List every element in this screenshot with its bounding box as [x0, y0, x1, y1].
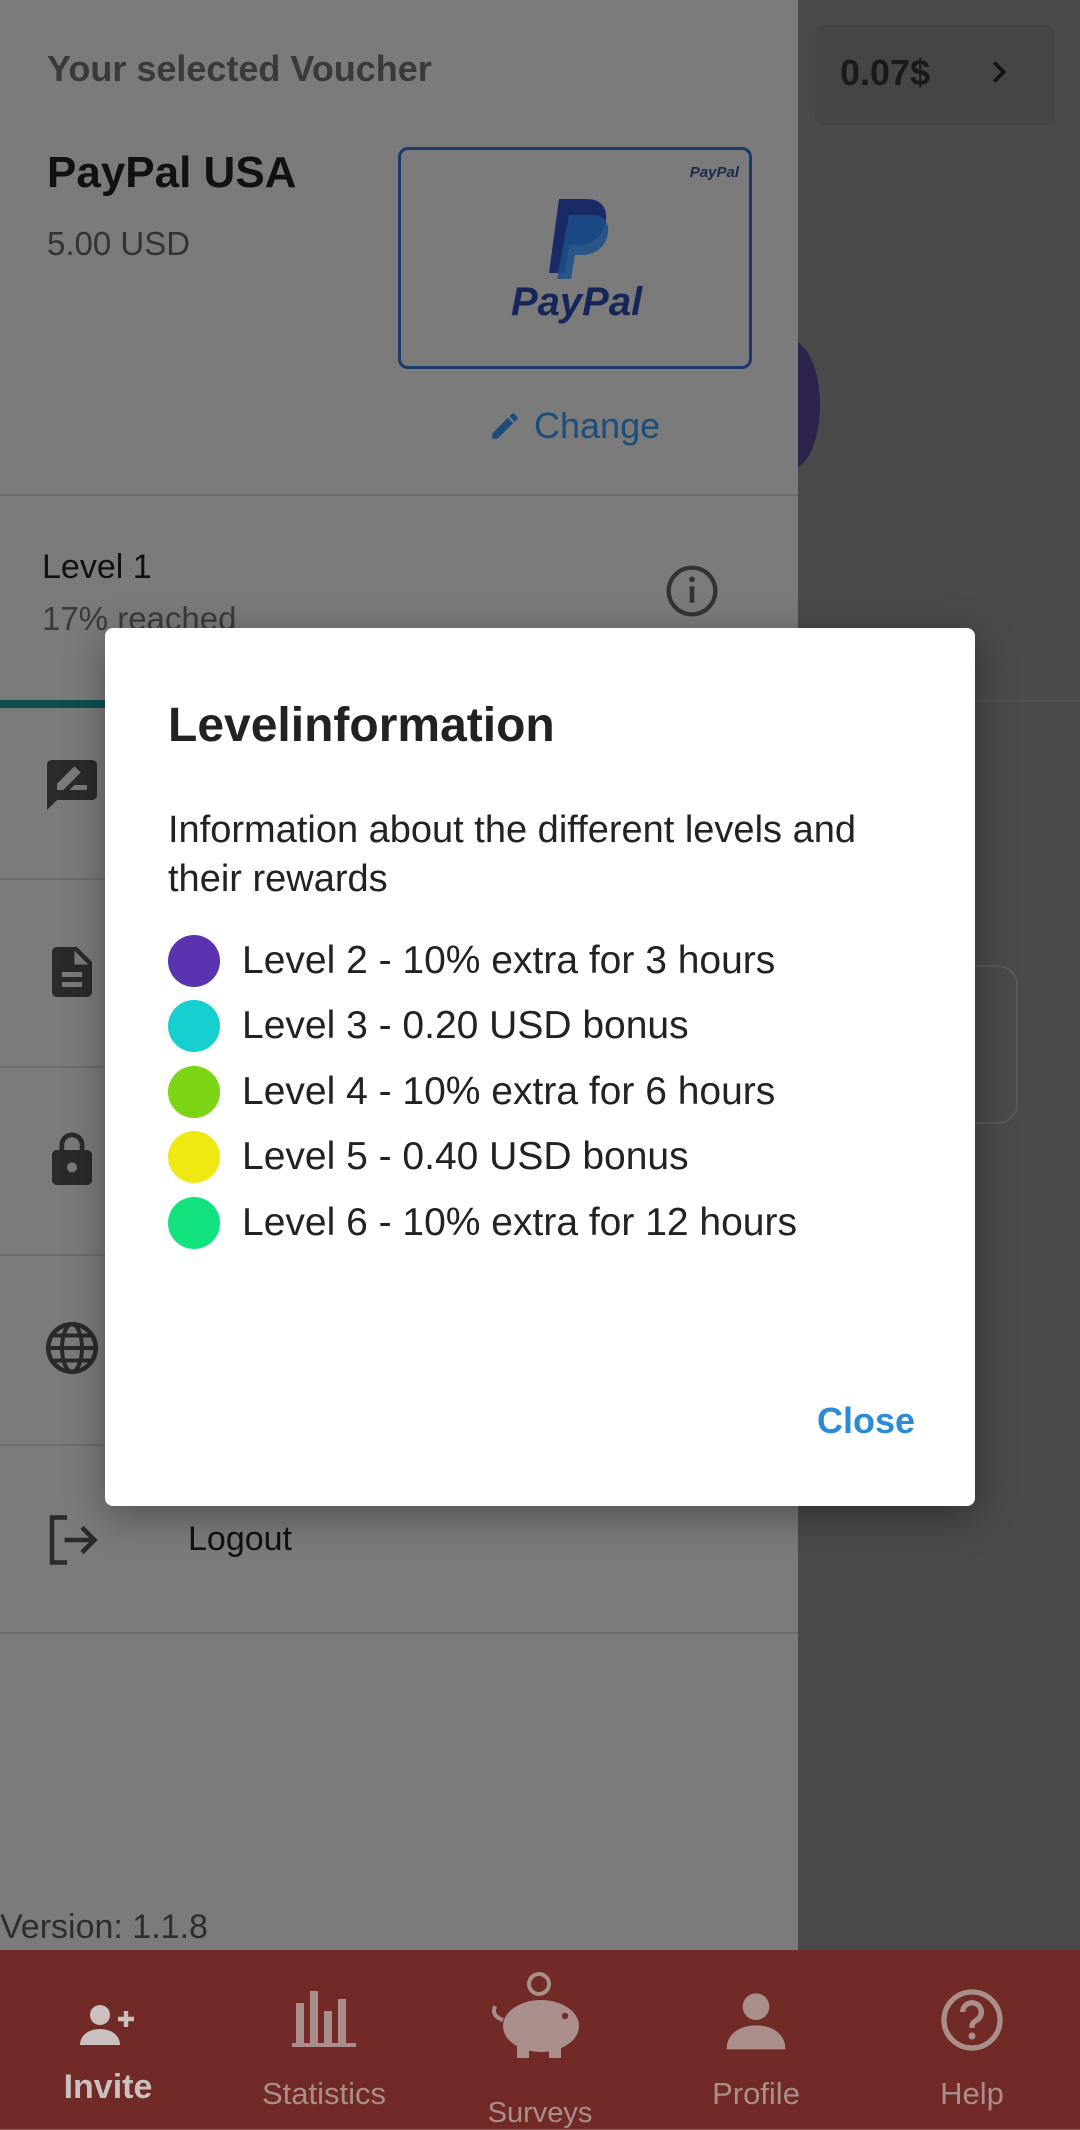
pencil-icon — [492, 413, 518, 439]
nav-help-label: Help — [940, 2076, 1004, 2111]
voucher-card: PayPal PayPal — [398, 147, 752, 369]
close-button[interactable]: Close — [817, 1400, 915, 1442]
app-version: Version: 1.1.8 — [0, 1908, 208, 1946]
divider — [0, 1632, 798, 1634]
document-icon[interactable] — [42, 942, 102, 1002]
level-title: Level 1 — [42, 548, 152, 586]
voucher-section-title: Your selected Voucher — [47, 48, 432, 89]
level-row: Level 2 - 10% extra for 3 hours — [168, 928, 797, 994]
dialog-title: Levelinformation — [168, 699, 555, 752]
divider — [0, 494, 798, 496]
change-label: Change — [534, 405, 661, 446]
nav-statistics[interactable]: Statistics — [216, 1950, 432, 2129]
voucher-name: PayPal USA — [47, 148, 297, 197]
piggy-bank-icon — [492, 1972, 579, 2058]
globe-icon[interactable] — [42, 1318, 102, 1378]
nav-profile-label: Profile — [712, 2076, 800, 2111]
dialog-description: Information about the different levels a… — [168, 809, 856, 900]
level-reward-text: Level 2 - 10% extra for 3 hours — [242, 938, 776, 982]
help-icon — [941, 1989, 1003, 2051]
level-reward-text: Level 4 - 10% extra for 6 hours — [242, 1069, 776, 1113]
paypal-logo-icon — [549, 199, 609, 279]
level-reward-text: Level 3 - 0.20 USD bonus — [242, 1004, 689, 1048]
paypal-small-logo: PayPal — [689, 164, 739, 181]
statistics-icon — [292, 1991, 356, 2047]
nav-surveys-label: Surveys — [487, 2097, 593, 2129]
nav-statistics-label: Statistics — [261, 2076, 387, 2111]
balance-value: 0.07$ — [840, 52, 931, 93]
change-voucher-button[interactable]: Change — [488, 405, 660, 447]
profile-icon — [726, 1993, 786, 2050]
chevron-right-icon — [993, 61, 1007, 83]
logout-button[interactable]: Logout — [188, 1520, 292, 1559]
level-reward-text: Level 5 - 0.40 USD bonus — [242, 1135, 689, 1179]
info-icon[interactable] — [664, 563, 720, 619]
nav-profile[interactable]: Profile — [648, 1950, 864, 2129]
level-color-dot — [168, 934, 220, 987]
paypal-wordmark: PayPal — [511, 280, 643, 324]
level-color-dot — [168, 1131, 220, 1184]
lock-icon[interactable] — [42, 1130, 102, 1190]
nav-help[interactable]: Help — [864, 1950, 1080, 2129]
voucher-amount: 5.00 USD — [47, 225, 191, 262]
level-reward-text: Level 6 - 10% extra for 12 hours — [242, 1200, 797, 1244]
level-row: Level 4 - 10% extra for 6 hours — [168, 1059, 797, 1125]
level-color-dot — [168, 1000, 220, 1053]
logout-icon[interactable] — [42, 1510, 102, 1570]
level-row: Level 6 - 10% extra for 12 hours — [168, 1190, 797, 1256]
level-info-dialog: Levelinformation Information about the d… — [105, 628, 975, 1506]
nav-surveys[interactable]: Surveys — [432, 1950, 648, 2129]
level-row: Level 5 - 0.40 USD bonus — [168, 1125, 797, 1191]
bottom-navigation: Invite Statistics Surveys Profile Help — [0, 1950, 1080, 2129]
level-row: Level 3 - 0.20 USD bonus — [168, 994, 797, 1060]
invite-icon — [80, 2005, 134, 2045]
feedback-icon[interactable] — [42, 755, 102, 815]
nav-invite[interactable]: Invite — [0, 1950, 216, 2129]
level-color-dot — [168, 1196, 220, 1249]
level-list: Level 2 - 10% extra for 3 hours Level 3 … — [168, 928, 797, 1256]
level-color-dot — [168, 1065, 220, 1118]
nav-invite-label: Invite — [63, 2068, 153, 2106]
